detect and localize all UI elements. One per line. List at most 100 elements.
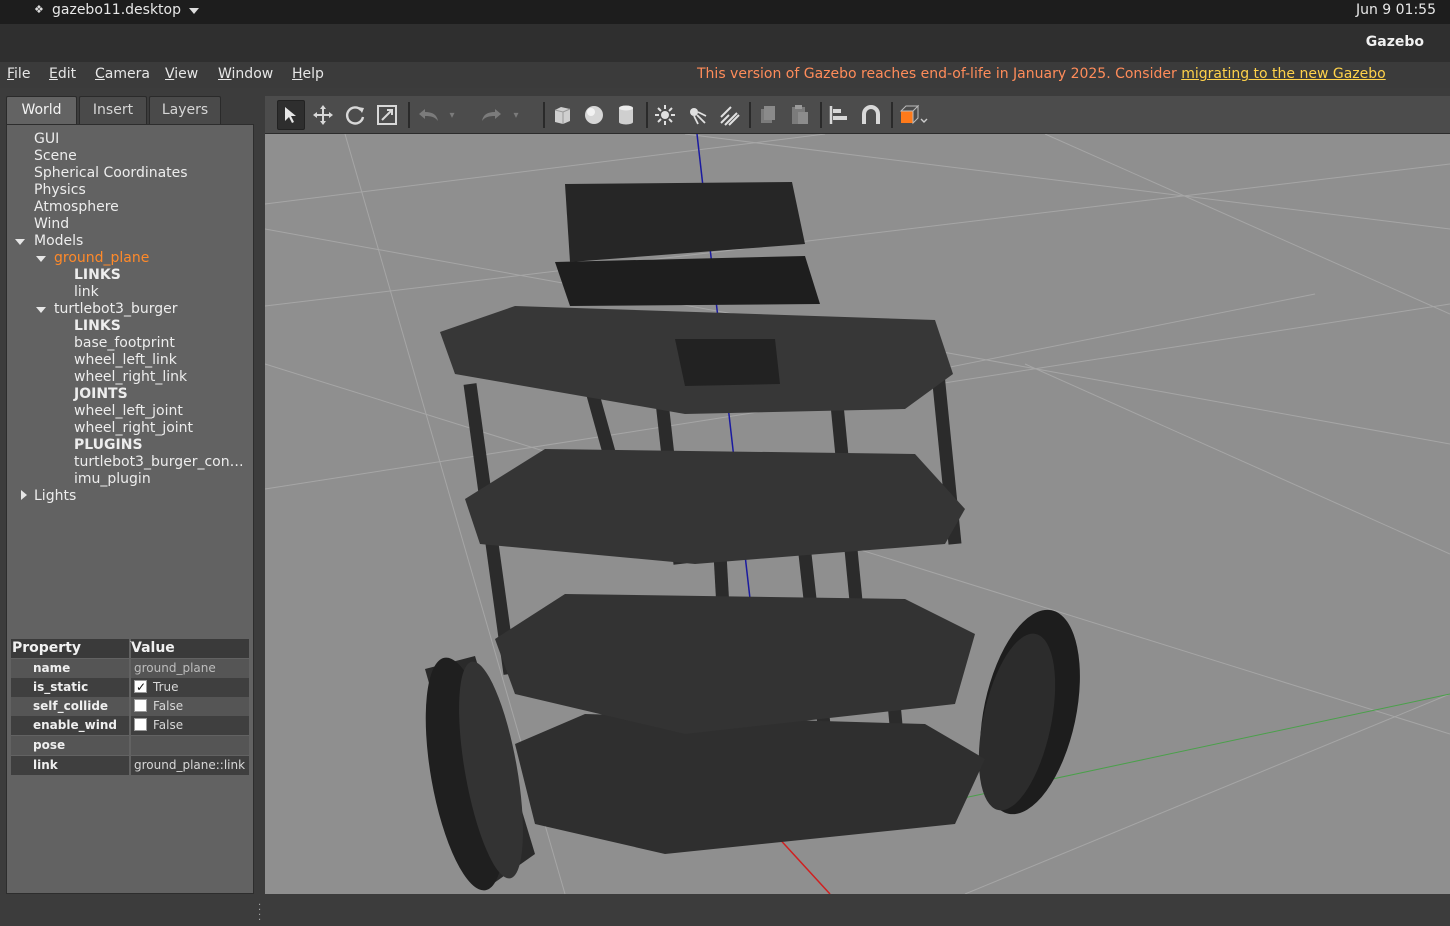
tree-section-joints: JOINTS	[74, 386, 128, 402]
menu-file[interactable]: File	[7, 66, 30, 82]
scale-mode-button[interactable]	[373, 100, 401, 130]
tree-item-base-footprint[interactable]: base_footprint	[74, 335, 175, 352]
redo-icon	[482, 109, 501, 121]
box-shape-button[interactable]	[548, 100, 576, 130]
menu-window[interactable]: Window	[218, 66, 273, 82]
tree-item-lights[interactable]: Lights	[34, 488, 76, 505]
tab-insert[interactable]: Insert	[79, 96, 147, 124]
spot-light-button[interactable]	[683, 100, 711, 130]
property-row-link[interactable]: link ground_plane::link	[11, 756, 249, 775]
spot-light-icon	[690, 108, 707, 125]
system-top-bar: ❖ gazebo11.desktop Jun 9 01:55	[0, 0, 1450, 24]
enable-wind-checkbox[interactable]	[134, 717, 147, 731]
menu-help[interactable]: Help	[292, 66, 324, 82]
undo-button[interactable]	[415, 100, 443, 130]
app-name: gazebo11.desktop	[52, 2, 181, 18]
x-axis-line	[774, 833, 831, 894]
expand-arrow-icon[interactable]	[36, 307, 46, 313]
migration-link[interactable]: migrating to the new Gazebo	[1181, 66, 1386, 82]
app-menu[interactable]: ❖ gazebo11.desktop	[34, 2, 199, 18]
plate-lower	[495, 594, 975, 734]
toolbar-separator	[543, 102, 545, 128]
select-mode-button[interactable]	[277, 100, 305, 130]
tab-world[interactable]: World	[6, 96, 77, 124]
menu-edit[interactable]: Edit	[49, 66, 76, 82]
menu-camera[interactable]: Camera	[95, 66, 150, 82]
property-row-enable-wind[interactable]: enable_wind False	[11, 716, 249, 735]
wheel-right	[978, 609, 1080, 815]
tree-item-wheel-right-joint[interactable]: wheel_right_joint	[74, 420, 193, 437]
arrow-cursor-icon	[285, 107, 296, 123]
view-cube-icon	[899, 104, 928, 125]
tree-item-wheel-left-joint[interactable]: wheel_left_joint	[74, 403, 183, 420]
expand-arrow-icon[interactable]	[36, 256, 46, 262]
scale-icon	[377, 105, 397, 125]
undo-history-dropdown[interactable]: ▾	[445, 100, 459, 130]
property-row-self-collide[interactable]: self_collide False	[11, 697, 249, 716]
directional-light-icon	[720, 106, 740, 126]
tree-item-scene[interactable]: Scene	[34, 148, 77, 165]
paste-icon	[792, 105, 808, 124]
point-light-button[interactable]	[651, 100, 679, 130]
redo-history-dropdown[interactable]: ▾	[509, 100, 523, 130]
self-collide-checkbox[interactable]	[134, 698, 147, 712]
sphere-shape-button[interactable]	[580, 100, 608, 130]
turtlebot3-burger-model[interactable]	[411, 182, 1097, 894]
chevron-down-icon	[189, 8, 199, 14]
tree-item-physics[interactable]: Physics	[34, 182, 86, 199]
copy-button[interactable]	[754, 100, 782, 130]
directional-light-button[interactable]	[715, 100, 743, 130]
tree-item-wheel-right-link[interactable]: wheel_right_link	[74, 369, 187, 386]
tree-item-ground-plane[interactable]: ground_plane	[54, 250, 149, 267]
tree-section-links: LINKS	[74, 267, 121, 283]
tree-item-gui[interactable]: GUI	[34, 131, 59, 148]
tree-item-turtlebot3-burger[interactable]: turtlebot3_burger	[54, 301, 177, 318]
tree-item-imu-plugin[interactable]: imu_plugin	[74, 471, 151, 488]
value-column-header: Value	[131, 639, 249, 658]
view-angle-button[interactable]	[897, 100, 929, 130]
toolbar-separator	[749, 102, 751, 128]
translate-mode-button[interactable]	[309, 100, 337, 130]
point-light-icon	[655, 105, 675, 125]
3d-viewport[interactable]: ▾ ▾	[265, 96, 1450, 894]
eol-notice: This version of Gazebo reaches end-of-li…	[697, 66, 1386, 82]
tree-item-spherical-coordinates[interactable]: Spherical Coordinates	[34, 165, 188, 182]
snap-button[interactable]	[857, 100, 885, 130]
window-title: Gazebo	[1365, 34, 1424, 50]
tree-item-atmosphere[interactable]: Atmosphere	[34, 199, 119, 216]
align-icon	[829, 106, 847, 124]
gazebo-app-icon: ❖	[34, 3, 44, 16]
collapse-arrow-icon[interactable]	[21, 490, 27, 500]
left-panel: World Insert Layers GUI Scene Spherical …	[0, 88, 262, 926]
property-row-pose[interactable]: pose	[11, 736, 249, 755]
property-column-header: Property	[11, 639, 129, 658]
property-row-is-static[interactable]: is_static True	[11, 678, 249, 697]
world-tree: GUI Scene Spherical Coordinates Physics …	[6, 124, 254, 894]
plate-bottom	[515, 714, 985, 854]
panel-resize-handle[interactable]: · · · ·	[258, 901, 261, 926]
cylinder-shape-button[interactable]	[612, 100, 640, 130]
expand-arrow-icon[interactable]	[15, 239, 25, 245]
sphere-icon	[585, 106, 603, 124]
redo-button[interactable]	[477, 100, 505, 130]
property-row-name[interactable]: name ground_plane	[11, 659, 249, 678]
tab-layers[interactable]: Layers	[149, 96, 221, 124]
is-static-checkbox[interactable]	[134, 678, 147, 697]
scene-render[interactable]	[265, 134, 1450, 894]
align-button[interactable]	[825, 100, 853, 130]
tree-item-link[interactable]: link	[74, 284, 99, 301]
clock[interactable]: Jun 9 01:55	[1356, 2, 1436, 18]
menu-view[interactable]: View	[165, 66, 198, 82]
tree-item-models[interactable]: Models	[34, 233, 83, 250]
tree-item-burger-controller[interactable]: turtlebot3_burger_con…	[74, 454, 244, 471]
tree-section-links: LINKS	[74, 318, 121, 334]
chevron-down-icon: ▾	[449, 109, 455, 121]
paste-button[interactable]	[786, 100, 814, 130]
tree-item-wheel-left-link[interactable]: wheel_left_link	[74, 352, 177, 369]
tree-section-plugins: PLUGINS	[74, 437, 143, 453]
rotate-mode-button[interactable]	[341, 100, 369, 130]
toolbar-separator	[646, 102, 648, 128]
tree-item-wind[interactable]: Wind	[34, 216, 69, 233]
toolbar-separator	[820, 102, 822, 128]
toolbar-separator	[891, 102, 893, 128]
